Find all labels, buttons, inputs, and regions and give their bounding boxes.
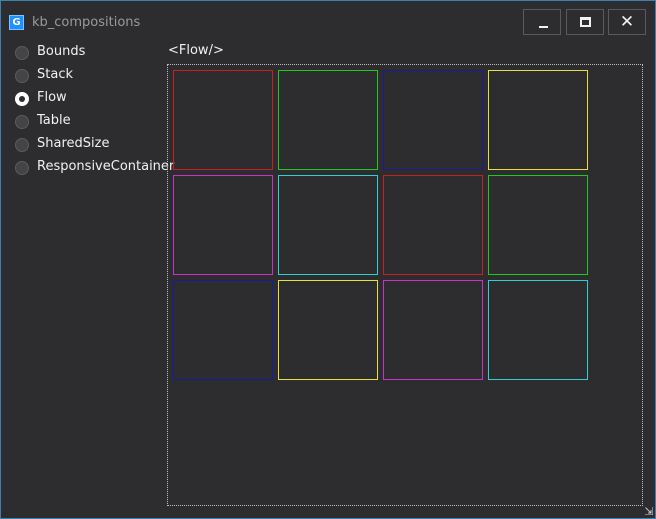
close-button[interactable]: ✕ (608, 9, 646, 35)
radio-indicator[interactable] (15, 92, 29, 106)
composition-title: <Flow/> (168, 43, 224, 58)
radio-label: SharedSize (37, 136, 110, 151)
radio-indicator[interactable] (15, 46, 29, 60)
flow-box (488, 280, 588, 380)
radio-label: Bounds (37, 44, 86, 59)
radio-label: Stack (37, 67, 73, 82)
flow-box (488, 70, 588, 170)
minimize-icon (539, 26, 548, 28)
maximize-icon (580, 17, 591, 27)
flow-box (488, 175, 588, 275)
radio-indicator[interactable] (15, 138, 29, 152)
title-bar[interactable]: G kb_compositions ✕ (1, 1, 655, 41)
close-icon: ✕ (619, 12, 635, 32)
flow-container (167, 64, 643, 506)
resize-grip-icon[interactable]: ⇲ (643, 506, 655, 518)
flow-box (173, 175, 273, 275)
maximize-button[interactable] (566, 9, 604, 35)
flow-box (173, 70, 273, 170)
flow-box (278, 175, 378, 275)
radio-indicator[interactable] (15, 161, 29, 175)
window-title: kb_compositions (32, 15, 141, 30)
minimize-button[interactable] (523, 9, 561, 35)
flow-box (278, 280, 378, 380)
app-window: G kb_compositions ✕ Bounds Stack Flow Ta… (0, 0, 656, 519)
flow-box (173, 280, 273, 380)
radio-label: Table (37, 113, 71, 128)
flow-box (383, 175, 483, 275)
flow-box (383, 280, 483, 380)
flow-box (383, 70, 483, 170)
radio-label: ResponsiveContainer (37, 159, 175, 174)
app-icon: G (9, 15, 24, 30)
radio-indicator[interactable] (15, 69, 29, 83)
radio-indicator[interactable] (15, 115, 29, 129)
radio-label: Flow (37, 90, 67, 105)
radio-dot (19, 96, 25, 102)
flow-box (278, 70, 378, 170)
